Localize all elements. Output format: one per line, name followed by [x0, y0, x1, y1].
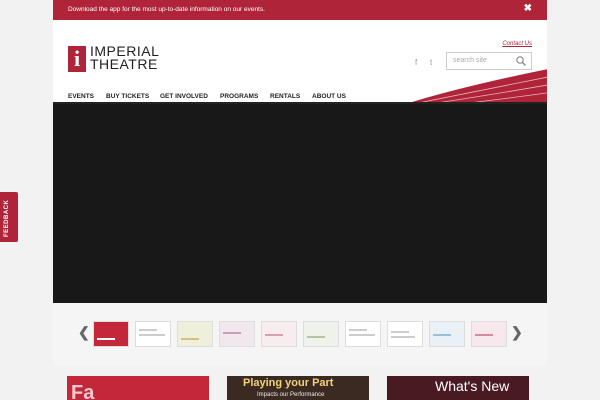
carousel-thumbnail[interactable]: [93, 321, 129, 347]
feedback-tab[interactable]: FEEDBACK: [0, 192, 18, 242]
promo-tile-playing-your-part[interactable]: Playing your Part Impacts our Performanc…: [227, 376, 369, 400]
feedback-label: FEEDBACK: [4, 199, 10, 237]
site-header: i IMPERIAL THEATRE Contact Us f t search…: [53, 20, 547, 104]
chevron-left-icon[interactable]: ❮: [78, 324, 90, 341]
facebook-icon[interactable]: f: [415, 58, 417, 67]
hero-slideshow[interactable]: [53, 104, 547, 303]
banner-message[interactable]: Download the app for the most up-to-date…: [68, 6, 265, 13]
carousel-thumbnail[interactable]: [387, 321, 423, 347]
event-carousel: ❮ ❯: [53, 303, 547, 366]
carousel-thumbnail[interactable]: [471, 321, 507, 347]
nav-item-buy-tickets[interactable]: BUY TICKETS: [106, 93, 149, 100]
carousel-thumbnail[interactable]: [177, 321, 213, 347]
promo-tile-art: Fa: [71, 382, 95, 400]
carousel-thumbnail[interactable]: [303, 321, 339, 347]
carousel-thumbnail[interactable]: [261, 321, 297, 347]
decorative-swoosh: [405, 69, 547, 104]
logo-mark[interactable]: i: [68, 46, 86, 72]
carousel-thumbnail[interactable]: [219, 321, 255, 347]
promo-tile-label: What's New: [435, 378, 510, 394]
nav-item-about-us[interactable]: ABOUT US: [312, 93, 346, 100]
carousel-thumbnail[interactable]: [429, 321, 465, 347]
nav-item-programs[interactable]: PROGRAMS: [220, 93, 258, 100]
search-icon[interactable]: [515, 55, 527, 67]
logo-line-2: THEATRE: [90, 56, 158, 72]
close-icon[interactable]: ✖: [524, 3, 532, 14]
carousel-thumbnail[interactable]: [345, 321, 381, 347]
nav-item-get-involved[interactable]: GET INVOLVED: [160, 93, 208, 100]
twitter-icon[interactable]: t: [430, 58, 432, 67]
nav-item-events[interactable]: EVENTS: [68, 93, 94, 100]
chevron-right-icon[interactable]: ❯: [511, 324, 523, 341]
contact-us-link[interactable]: Contact Us: [502, 41, 532, 47]
app-download-banner: Download the app for the most up-to-date…: [53, 0, 547, 20]
promo-tile-label: Playing your Part: [243, 377, 334, 389]
promo-tile-sublabel: Impacts our Performance: [257, 392, 325, 398]
nav-item-rentals[interactable]: RENTALS: [270, 93, 300, 100]
promo-tile-family[interactable]: Fa: [67, 376, 209, 400]
carousel-thumbnail[interactable]: [135, 321, 171, 347]
logo-wordmark[interactable]: IMPERIAL THEATRE: [90, 44, 159, 72]
search-input[interactable]: search site: [453, 57, 487, 64]
promo-tile-whats-new[interactable]: What's New: [387, 376, 529, 400]
